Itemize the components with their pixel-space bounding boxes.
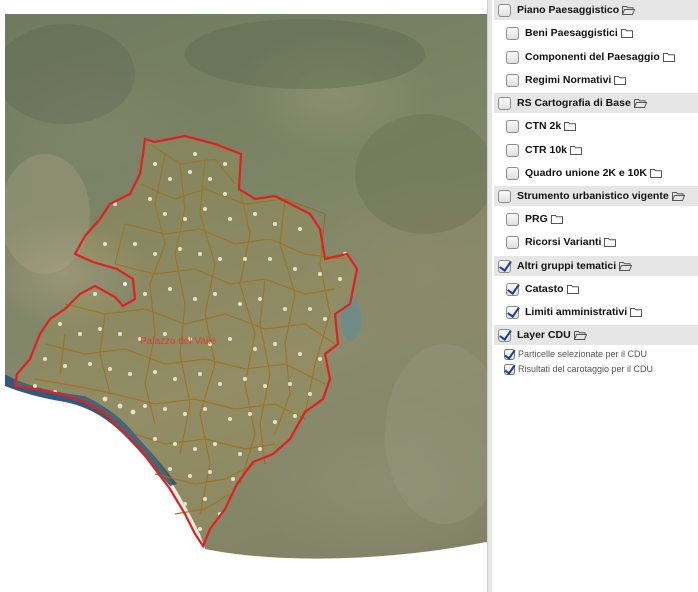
- layer-risultati-carotaggio[interactable]: Risultati del carotaggio per il CDU: [504, 362, 653, 376]
- layer-label: PRG: [525, 213, 548, 225]
- layer-beni-paesaggistici[interactable]: Beni Paesaggistici: [506, 23, 634, 43]
- group-strumento-urbanistico[interactable]: Strumento urbanistico vigente: [494, 186, 698, 206]
- group-label: Altri gruppi tematici: [517, 260, 617, 272]
- layer-catasto[interactable]: Catasto: [506, 279, 580, 299]
- folder-open-icon: [633, 99, 647, 108]
- folder-icon: [662, 53, 675, 62]
- layer-ricorsi-varianti[interactable]: Ricorsi Varianti: [506, 232, 617, 252]
- map-canvas: Palazzo del Valle: [5, 19, 487, 592]
- layer-quadro-unione[interactable]: Quadro unione 2K e 10K: [506, 163, 663, 183]
- panel-scrollbar[interactable]: [487, 0, 492, 592]
- group-checkbox[interactable]: [498, 189, 511, 203]
- municipality-label: Palazzo del Valle: [140, 336, 216, 347]
- layer-label: Particelle selezionate per il CDU: [518, 349, 648, 359]
- layer-label: Catasto: [525, 283, 564, 295]
- layer-checkbox[interactable]: [506, 212, 519, 226]
- layer-ctr-10k[interactable]: CTR 10k: [506, 140, 583, 160]
- map-view[interactable]: Palazzo del Valle: [5, 14, 487, 592]
- layer-checkbox[interactable]: [506, 143, 519, 157]
- layer-checkbox[interactable]: [506, 305, 519, 319]
- group-checkbox[interactable]: [498, 3, 511, 17]
- folder-icon: [620, 29, 633, 38]
- folder-icon: [649, 169, 662, 178]
- folder-open-icon: [619, 262, 633, 271]
- layer-checkbox[interactable]: [506, 235, 519, 249]
- layer-checkbox[interactable]: [506, 282, 519, 296]
- layer-checkbox[interactable]: [504, 348, 515, 360]
- layer-label: CTN 2k: [525, 120, 562, 132]
- group-checkbox[interactable]: [498, 259, 511, 273]
- folder-icon: [570, 146, 583, 155]
- folder-icon: [630, 308, 643, 317]
- group-label: Strumento urbanistico vigente: [517, 190, 669, 202]
- layer-label: Quadro unione 2K e 10K: [525, 167, 647, 179]
- folder-icon: [566, 285, 579, 294]
- folder-icon: [614, 76, 627, 85]
- layer-checkbox[interactable]: [506, 166, 519, 180]
- folder-open-icon: [573, 331, 587, 340]
- layer-componenti-del-paesaggio[interactable]: Componenti del Paesaggio: [506, 47, 676, 67]
- group-rs-cartografia-di-base[interactable]: RS Cartografia di Base: [494, 93, 698, 113]
- layer-particelle-selezionate[interactable]: Particelle selezionate per il CDU: [504, 347, 647, 361]
- folder-open-icon: [622, 6, 636, 15]
- layer-checkbox[interactable]: [506, 26, 519, 40]
- folder-open-icon: [671, 192, 685, 201]
- layer-limiti-amministrativi[interactable]: Limiti amministrativi: [506, 302, 643, 322]
- group-piano-paesaggistico[interactable]: Piano Paesaggistico: [494, 0, 698, 20]
- folder-icon: [564, 122, 577, 131]
- group-label: RS Cartografia di Base: [517, 97, 631, 109]
- layer-label: Beni Paesaggistici: [525, 27, 618, 39]
- layer-ctn-2k[interactable]: CTN 2k: [506, 116, 577, 136]
- layer-label: Componenti del Paesaggio: [525, 51, 660, 63]
- group-checkbox[interactable]: [498, 96, 511, 110]
- layer-prg[interactable]: PRG: [506, 209, 564, 229]
- layer-checkbox[interactable]: [506, 119, 519, 133]
- layer-checkbox[interactable]: [504, 363, 515, 375]
- layer-label: Ricorsi Varianti: [525, 236, 602, 248]
- layer-label: Risultati del carotaggio per il CDU: [518, 364, 654, 374]
- layer-tree-panel: Piano Paesaggistico Beni Paesaggistici C…: [494, 0, 698, 592]
- layer-label: Regimi Normativi: [525, 74, 612, 86]
- folder-icon: [550, 215, 563, 224]
- layer-label: Limiti amministrativi: [525, 306, 628, 318]
- layer-regimi-normativi[interactable]: Regimi Normativi: [506, 70, 627, 90]
- layer-checkbox[interactable]: [506, 73, 519, 87]
- group-label: Piano Paesaggistico: [517, 4, 620, 16]
- group-checkbox[interactable]: [498, 328, 511, 342]
- folder-icon: [604, 238, 617, 247]
- layer-checkbox[interactable]: [506, 50, 519, 64]
- group-layer-cdu[interactable]: Layer CDU: [494, 325, 698, 345]
- group-label: Layer CDU: [517, 329, 571, 341]
- group-altri-gruppi-tematici[interactable]: Altri gruppi tematici: [494, 256, 698, 276]
- layer-label: CTR 10k: [525, 144, 568, 156]
